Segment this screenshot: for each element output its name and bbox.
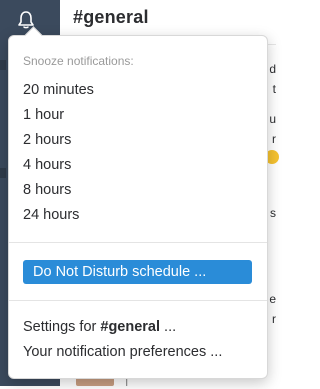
background-message-fragment: t <box>272 82 276 96</box>
snooze-8-hours[interactable]: 8 hours <box>23 179 71 201</box>
snooze-2-hours[interactable]: 2 hours <box>23 129 71 151</box>
background-message-fragment: r <box>272 312 276 326</box>
channel-settings-suffix: ... <box>160 319 177 335</box>
channel-title[interactable]: #general <box>73 7 149 28</box>
background-message-fragment: d <box>269 62 276 76</box>
notification-preferences-item[interactable]: Your notification preferences ... <box>23 341 222 363</box>
dnd-schedule-item[interactable]: Do Not Disturb schedule ... <box>23 260 252 284</box>
snooze-24-hours[interactable]: 24 hours <box>23 204 79 226</box>
channel-settings-prefix: Settings for <box>23 319 101 335</box>
sidebar-marker <box>0 168 6 178</box>
snooze-header: Snooze notifications: <box>23 54 134 68</box>
notifications-menu: Snooze notifications: 20 minutes 1 hour … <box>8 26 268 379</box>
sidebar-marker <box>0 60 6 70</box>
dnd-schedule-label: Do Not Disturb schedule ... <box>33 264 207 280</box>
background-message-fragment: r <box>272 132 276 146</box>
snooze-20-minutes[interactable]: 20 minutes <box>23 79 94 101</box>
snooze-4-hours[interactable]: 4 hours <box>23 154 71 176</box>
background-message-fragment: s <box>270 206 276 220</box>
channel-settings-item[interactable]: Settings for #general ... <box>23 316 176 338</box>
background-message-fragment: e <box>269 292 276 306</box>
channel-settings-channel: #general <box>100 319 161 335</box>
menu-divider <box>9 242 267 243</box>
background-message-fragment: u <box>269 112 276 126</box>
snooze-1-hour[interactable]: 1 hour <box>23 104 64 126</box>
menu-divider <box>9 300 267 301</box>
